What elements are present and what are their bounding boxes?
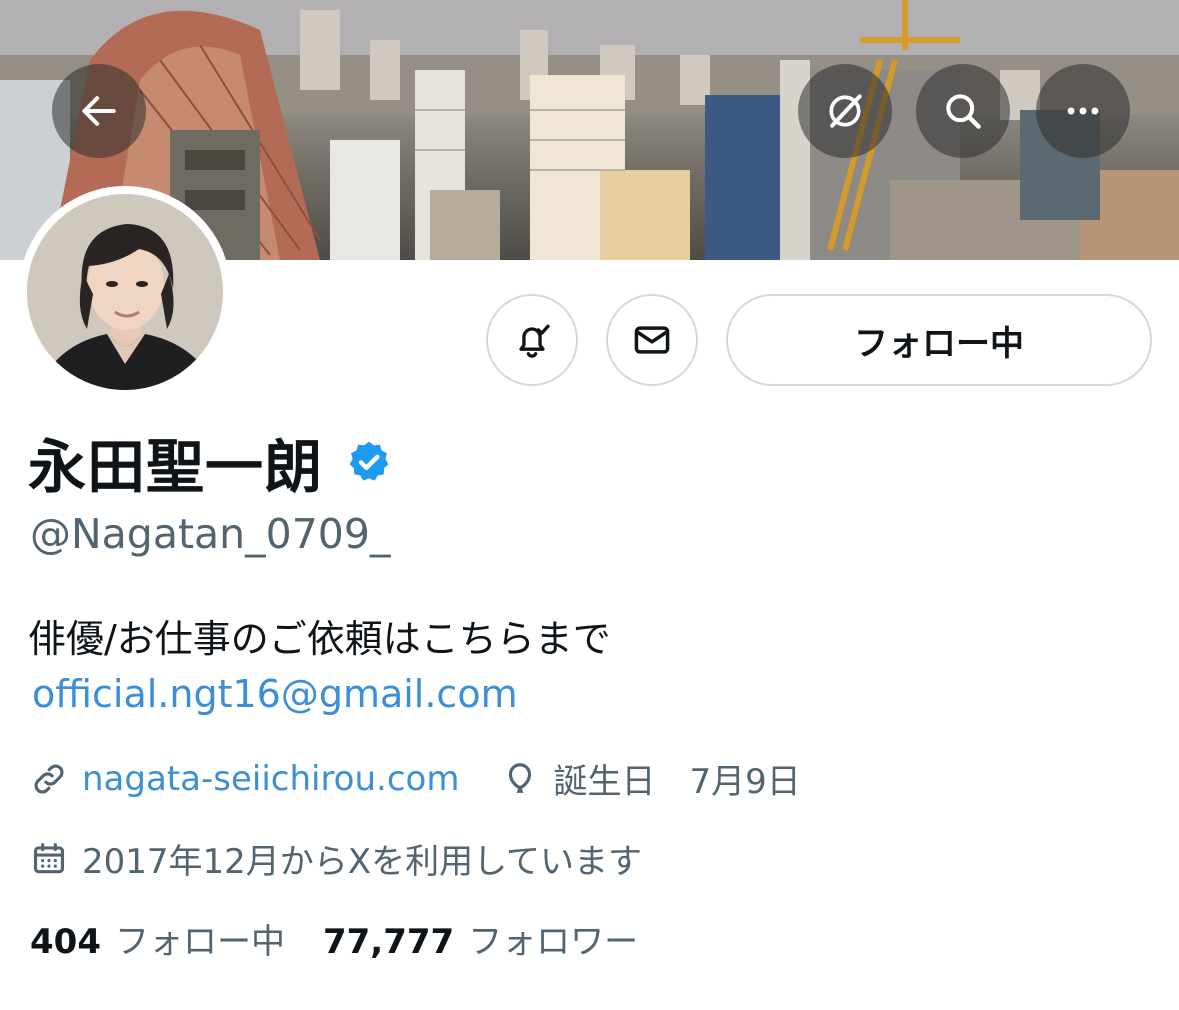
search-icon	[946, 94, 981, 129]
back-button[interactable]	[52, 64, 146, 158]
link-icon	[34, 764, 64, 793]
profile-meta-row: nagata-seiichirou.com 誕生日 7月9日	[30, 754, 801, 803]
profile-name-row: 永田聖一朗	[28, 420, 393, 504]
balloon-icon	[509, 762, 532, 793]
more-icon	[1067, 107, 1099, 115]
follow-stats: 404 フォロー中 77,777 フォロワー	[30, 914, 638, 963]
birthday-text: 誕生日 7月9日	[553, 762, 801, 802]
calendar-icon	[33, 842, 65, 873]
grok-icon	[829, 94, 862, 128]
website-link[interactable]: nagata-seiichirou.com	[82, 759, 459, 799]
followers-label: フォロワー	[468, 922, 639, 962]
verified-badge-icon[interactable]	[345, 438, 393, 486]
following-button[interactable]: フォロー中	[726, 294, 1152, 386]
following-count: 404	[30, 922, 101, 962]
envelope-icon	[634, 326, 670, 354]
following-label: フォロー中	[114, 922, 285, 962]
avatar-photo	[27, 194, 223, 390]
bell-check-icon	[519, 324, 550, 358]
followers-stat[interactable]: 77,777 フォロワー	[323, 914, 638, 963]
notifications-button[interactable]	[486, 294, 578, 386]
message-button[interactable]	[606, 294, 698, 386]
grok-button[interactable]	[798, 64, 892, 158]
more-button[interactable]	[1036, 64, 1130, 158]
avatar[interactable]	[19, 186, 231, 398]
profile-bio: 俳優/お仕事のご依頼はこちらまで	[28, 617, 611, 661]
joined-row: 2017年12月からXを利用しています	[30, 834, 642, 883]
display-name: 永田聖一朗	[28, 433, 324, 501]
user-handle: @Nagatan_0709_	[30, 510, 391, 558]
bio-email-link[interactable]: official.ngt16@gmail.com	[32, 672, 518, 716]
followers-count: 77,777	[322, 922, 455, 962]
joined-date-text: 2017年12月からXを利用しています	[82, 842, 643, 882]
following-stat[interactable]: 404 フォロー中	[30, 914, 285, 963]
arrow-left-icon	[82, 96, 116, 126]
search-button[interactable]	[916, 64, 1010, 158]
